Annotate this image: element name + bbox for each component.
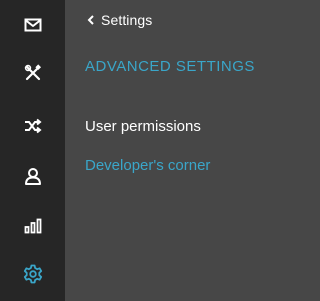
mail-icon (24, 18, 42, 32)
chevron-left-icon (85, 14, 97, 26)
advanced-settings-item[interactable]: ADVANCED SETTINGS (85, 57, 255, 76)
statistics-button[interactable] (20, 213, 45, 238)
shuffle-icon (24, 118, 42, 134)
tools-icon (24, 63, 42, 82)
settings-icon (23, 264, 43, 284)
user-permissions-item[interactable]: User permissions (85, 117, 255, 136)
mail-button[interactable] (20, 12, 45, 37)
user-icon (24, 167, 42, 185)
settings-title: Settings (101, 12, 153, 28)
back-to-settings[interactable]: Settings (85, 10, 152, 30)
settings-button[interactable] (20, 261, 45, 286)
developers-corner-item[interactable]: Developer's corner (85, 156, 255, 175)
settings-panel: Settings ADVANCED SETTINGS User permissi… (65, 0, 263, 301)
user-button[interactable] (20, 163, 45, 188)
bar-chart-icon (24, 218, 42, 234)
shuffle-button[interactable] (20, 113, 45, 138)
app-window: Settings ADVANCED SETTINGS User permissi… (0, 0, 263, 301)
tools-button[interactable] (20, 60, 45, 85)
icon-sidebar (0, 0, 65, 301)
